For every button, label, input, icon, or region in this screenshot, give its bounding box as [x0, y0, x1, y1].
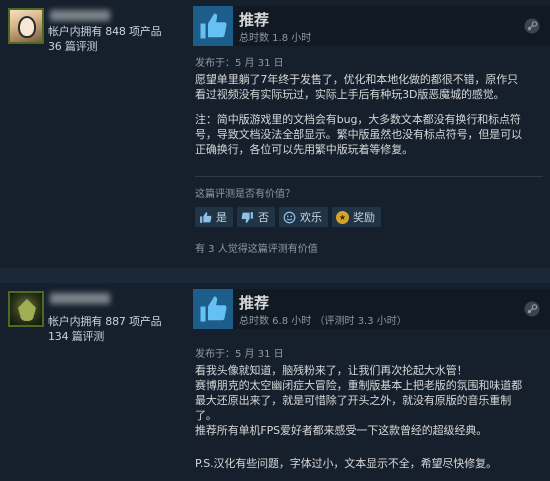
- review-line: 最大还原出来了，就是可惜除了开头之外，就没有原版的音乐重制: [195, 394, 512, 407]
- review-card: 帐户内拥有 848 项产品 36 篇评测 推荐 总时数 1.8 小时 发布于：5…: [0, 0, 550, 268]
- playtime-hours: 总时数 6.8 小时 （评测时 3.3 小时）: [239, 316, 407, 327]
- helpful-question: 这篇评测是否有价值？: [195, 189, 295, 200]
- review-line: 注：简中版游戏里的文档会有bug，大多数文本都没有换行和标点符: [195, 113, 521, 126]
- vote-title: 推荐: [239, 11, 270, 29]
- vote-funny-label: 欢乐: [300, 211, 322, 224]
- author-reviews-count[interactable]: 134 篇评测: [48, 328, 104, 344]
- award-label: 奖励: [353, 211, 375, 224]
- smile-icon: [283, 211, 296, 224]
- author-reviews-count[interactable]: 36 篇评测: [48, 38, 97, 54]
- thumbs-up-icon: [193, 6, 233, 46]
- award-button[interactable]: ★ 奖励: [332, 207, 381, 227]
- review-line: P.S.汉化有些问题，字体过小，文本显示不全，希望尽快修复。: [195, 457, 497, 470]
- vote-yes-label: 是: [216, 211, 227, 224]
- vote-header[interactable]: 推荐 总时数 1.8 小时: [193, 6, 550, 46]
- review-line: 推荐所有单机FPS爱好者都来感受一下这款曾经的超级经典。: [195, 424, 488, 437]
- vote-no-button[interactable]: 否: [237, 207, 275, 227]
- avatar[interactable]: [8, 291, 44, 327]
- review-line: 愿望单里躺了7年终于发售了，优化和本地化做的都很不错，原作只: [195, 73, 518, 86]
- avatar[interactable]: [8, 8, 44, 44]
- author-products-count: 帐户内拥有 887 项产品: [48, 315, 162, 328]
- posted-date: 发布于：5 月 31 日: [195, 58, 284, 69]
- divider: [195, 176, 543, 177]
- thumbs-up-icon: [193, 289, 233, 329]
- review-text: 愿望单里躺了7年终于发售了，优化和本地化做的都很不错，原作只 看过视频没有实际玩…: [195, 72, 543, 157]
- vote-title: 推荐: [239, 294, 270, 312]
- award-icon: ★: [336, 210, 349, 224]
- vote-no-label: 否: [258, 211, 269, 224]
- review-line: 了。: [195, 409, 217, 422]
- review-line: 号，导致文档没法全部显示。繁中版虽然也没有标点符号，但是可以: [195, 128, 522, 141]
- author-name-redacted: [50, 293, 110, 304]
- review-card: 帐户内拥有 887 项产品 134 篇评测 推荐 总时数 6.8 小时 （评测时…: [0, 283, 550, 481]
- vote-buttons: 是 否 欢乐 ★ 奖励: [195, 207, 381, 227]
- thumbs-up-icon: [199, 211, 212, 224]
- author-products-count: 帐户内拥有 848 项产品: [48, 25, 162, 38]
- review-line: 正确换行，各位可以先用繁中版玩着等修复。: [195, 143, 413, 156]
- review-line: 赛博朋克的太空幽闭症大冒险，重制版基本上把老版的氛围和味道都: [195, 379, 522, 392]
- thumbs-down-icon: [241, 211, 254, 224]
- steam-logo-icon: [524, 18, 540, 34]
- vote-header[interactable]: 推荐 总时数 6.8 小时 （评测时 3.3 小时）: [193, 289, 550, 329]
- posted-date: 发布于：5 月 31 日: [195, 349, 284, 360]
- playtime-hours: 总时数 1.8 小时: [239, 33, 312, 44]
- vote-yes-button[interactable]: 是: [195, 207, 233, 227]
- helpful-count: 有 3 人觉得这篇评测有价值: [195, 244, 318, 255]
- review-line: 看我头像就知道，脑残粉来了，让我们再次抡起大水管！: [195, 364, 468, 377]
- review-line: 看过视频没有实际玩过，实际上手后有种玩3D版恶魔城的感觉。: [195, 88, 505, 101]
- review-text: 看我头像就知道，脑残粉来了，让我们再次抡起大水管！ 赛博朋克的太空幽闭症大冒险，…: [195, 363, 543, 471]
- vote-funny-button[interactable]: 欢乐: [279, 207, 328, 227]
- steam-logo-icon: [524, 301, 540, 317]
- author-name-redacted: [50, 10, 110, 21]
